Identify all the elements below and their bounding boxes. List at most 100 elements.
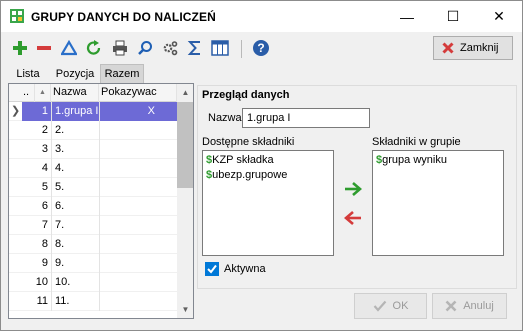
row-name[interactable]: 1.grupa I — [51, 102, 99, 121]
row-name[interactable]: 5. — [51, 178, 99, 197]
columns-button[interactable] — [209, 37, 231, 59]
available-components-label: Dostępne składniki — [202, 136, 295, 148]
row-name[interactable]: 2. — [51, 121, 99, 140]
row-name[interactable]: 3. — [51, 140, 99, 159]
table-row[interactable]: 7 7. — [9, 216, 177, 235]
scroll-up-icon[interactable]: ▲ — [177, 84, 193, 101]
row-name[interactable]: 7. — [51, 216, 99, 235]
current-row-indicator-icon — [9, 121, 22, 140]
table-row[interactable]: 11 11. — [9, 292, 177, 311]
list-item[interactable]: $grupa wyniku — [376, 153, 500, 168]
scroll-down-icon[interactable]: ▼ — [177, 301, 193, 318]
dialog-window: GRUPY DANYCH DO NALICZEŃ — ☐ ✕ ? Zamknij… — [0, 0, 523, 331]
maximize-button[interactable]: ☐ — [430, 1, 476, 32]
move-right-button[interactable] — [341, 178, 365, 200]
columns-icon — [211, 40, 229, 56]
arrow-right-icon — [345, 182, 362, 196]
group-components-list[interactable]: $grupa wyniku — [372, 150, 504, 256]
row-number: 5 — [41, 181, 48, 193]
list-item-label: grupa wyniku — [382, 154, 447, 166]
current-row-indicator-icon — [9, 273, 22, 292]
app-icon — [10, 9, 24, 23]
tab-pozycja[interactable]: Pozycja — [51, 64, 99, 83]
row-number: 4 — [41, 162, 48, 174]
move-left-button[interactable] — [341, 207, 365, 229]
row-show-flag[interactable] — [99, 140, 177, 159]
row-name[interactable]: 11. — [51, 292, 99, 311]
current-row-indicator-icon — [9, 216, 22, 235]
table-row[interactable]: 2 2. — [9, 121, 177, 140]
row-show-flag[interactable] — [99, 121, 177, 140]
available-components-list[interactable]: $KZP składka $ubezp.grupowe — [202, 150, 334, 256]
table-row[interactable]: 3 3. — [9, 140, 177, 159]
list-item[interactable]: $KZP składka — [206, 153, 330, 168]
current-row-indicator-icon — [9, 254, 22, 273]
settings-button[interactable] — [159, 37, 181, 59]
close-button[interactable]: Zamknij — [433, 36, 513, 60]
table-row[interactable]: 6 6. — [9, 197, 177, 216]
row-name[interactable]: 6. — [51, 197, 99, 216]
table-row[interactable]: 8 8. — [9, 235, 177, 254]
row-show-flag[interactable] — [99, 273, 177, 292]
add-icon — [13, 41, 27, 55]
help-button[interactable]: ? — [250, 37, 272, 59]
sum-icon — [187, 41, 200, 55]
print-button[interactable] — [109, 37, 131, 59]
window-close-button[interactable]: ✕ — [476, 1, 522, 32]
active-checkbox[interactable] — [205, 262, 219, 276]
active-checkbox-row[interactable]: Aktywna — [205, 262, 266, 276]
data-grid: .. ▲ Nazwa Pokazywac ❯ 1 1.grupa I X 2 2. 3 3. 4… — [8, 83, 194, 319]
minimize-button[interactable]: — — [384, 1, 430, 32]
list-item-label: ubezp.grupowe — [212, 169, 288, 181]
current-row-indicator-icon — [9, 159, 22, 178]
window-title: GRUPY DANYCH DO NALICZEŃ — [31, 10, 216, 24]
cancel-icon — [445, 300, 457, 312]
row-show-flag[interactable]: X — [99, 102, 177, 121]
list-item[interactable]: $ubezp.grupowe — [206, 168, 330, 183]
row-name[interactable]: 4. — [51, 159, 99, 178]
sum-button[interactable] — [184, 37, 206, 59]
row-show-flag[interactable] — [99, 216, 177, 235]
row-name[interactable]: 9. — [51, 254, 99, 273]
filter-button[interactable] — [58, 37, 80, 59]
column-header-num[interactable]: .. — [23, 84, 35, 102]
tab-lista[interactable]: Lista — [8, 64, 48, 83]
delete-button[interactable] — [33, 37, 55, 59]
row-name[interactable]: 8. — [51, 235, 99, 254]
row-name[interactable]: 10. — [51, 273, 99, 292]
table-row[interactable]: 10 10. — [9, 273, 177, 292]
settings-icon — [163, 41, 178, 56]
name-input[interactable]: 1.grupa I — [242, 108, 370, 128]
row-show-flag[interactable] — [99, 197, 177, 216]
row-show-flag[interactable] — [99, 159, 177, 178]
section-title: Przegląd danych — [202, 89, 290, 101]
row-show-flag[interactable] — [99, 254, 177, 273]
group-components-label: Składniki w grupie — [372, 136, 461, 148]
sort-asc-icon: ▲ — [35, 84, 51, 102]
table-row[interactable]: 4 4. — [9, 159, 177, 178]
row-show-flag[interactable] — [99, 292, 177, 311]
svg-text:?: ? — [257, 41, 264, 55]
ok-button[interactable]: OK — [354, 293, 427, 319]
vertical-scrollbar[interactable]: ▲ ▼ — [177, 84, 193, 318]
current-row-indicator-icon — [9, 140, 22, 159]
cancel-button[interactable]: Anuluj — [432, 293, 507, 319]
search-icon — [138, 41, 152, 55]
search-button[interactable] — [134, 37, 156, 59]
row-number: 7 — [41, 219, 48, 231]
current-row-indicator-icon — [9, 235, 22, 254]
active-label: Aktywna — [224, 263, 266, 275]
column-header-show[interactable]: Pokazywac — [99, 84, 177, 102]
column-header-name[interactable]: Nazwa — [51, 84, 99, 102]
add-button[interactable] — [9, 37, 31, 59]
row-show-flag[interactable] — [99, 178, 177, 197]
tab-razem[interactable]: Razem — [100, 64, 144, 83]
arrow-left-icon — [344, 211, 361, 225]
table-row[interactable]: 5 5. — [9, 178, 177, 197]
scrollbar-thumb[interactable] — [177, 102, 193, 188]
table-row[interactable]: ❯ 1 1.grupa IX — [9, 102, 177, 121]
refresh-button[interactable] — [83, 37, 105, 59]
row-show-flag[interactable] — [99, 235, 177, 254]
ok-label: OK — [392, 300, 409, 312]
table-row[interactable]: 9 9. — [9, 254, 177, 273]
